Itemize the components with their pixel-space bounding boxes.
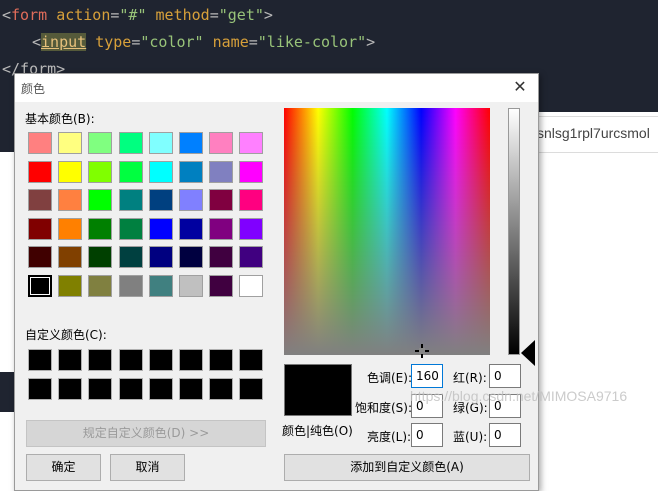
basic-color-swatch[interactable] (179, 275, 203, 297)
basic-color-swatch[interactable] (58, 275, 83, 297)
ok-button[interactable]: 确定 (26, 454, 101, 481)
basic-colors-label: 基本颜色(B): (25, 112, 95, 126)
basic-color-swatch[interactable] (118, 132, 143, 154)
basic-color-swatch[interactable] (148, 217, 173, 240)
custom-color-swatch[interactable] (28, 349, 52, 371)
code-line-input: <input type="color" name="like-color"> (32, 33, 376, 51)
basic-color-swatch[interactable] (28, 275, 52, 297)
cancel-button[interactable]: 取消 (110, 454, 185, 481)
close-icon[interactable]: ✕ (508, 76, 532, 98)
basic-color-swatch[interactable] (209, 275, 234, 297)
dialog-titlebar: 颜色 ✕ (15, 74, 538, 102)
basic-color-swatch[interactable] (209, 189, 234, 212)
custom-color-swatch[interactable] (88, 378, 113, 400)
custom-color-swatch[interactable] (179, 349, 203, 371)
luminance-slider[interactable] (508, 108, 520, 355)
basic-color-swatch[interactable] (179, 160, 203, 183)
basic-color-swatch[interactable] (239, 160, 264, 183)
basic-color-swatch[interactable] (239, 217, 264, 240)
background-url-text: snlsg1rpl7urcsmol (537, 125, 650, 141)
crosshair-icon[interactable] (415, 344, 429, 358)
luminance-arrow-icon[interactable] (521, 340, 535, 366)
basic-color-swatch[interactable] (58, 132, 83, 154)
basic-color-swatch[interactable] (58, 189, 83, 212)
custom-color-swatch[interactable] (118, 349, 143, 371)
basic-color-swatch[interactable] (179, 189, 203, 212)
red-field[interactable] (489, 364, 521, 388)
basic-color-swatch[interactable] (239, 189, 264, 212)
basic-color-swatch[interactable] (118, 217, 143, 240)
luminance-field[interactable] (411, 423, 443, 447)
basic-color-swatch[interactable] (28, 217, 52, 240)
custom-color-swatch[interactable] (28, 378, 52, 400)
basic-color-swatch[interactable] (179, 246, 203, 269)
custom-color-swatch[interactable] (239, 378, 264, 400)
basic-color-swatch[interactable] (209, 132, 234, 154)
custom-color-swatch[interactable] (239, 349, 264, 371)
basic-color-swatch[interactable] (239, 275, 264, 297)
basic-color-swatch[interactable] (28, 189, 52, 212)
basic-color-swatch[interactable] (148, 160, 173, 183)
basic-color-swatch[interactable] (118, 275, 143, 297)
luminance-label: 亮度(L): (367, 430, 412, 444)
custom-color-swatch[interactable] (58, 378, 83, 400)
custom-color-swatch[interactable] (148, 349, 173, 371)
basic-color-swatch[interactable] (148, 189, 173, 212)
hue-field[interactable] (411, 364, 443, 388)
red-label: 红(R): (453, 371, 487, 385)
basic-color-swatch[interactable] (118, 246, 143, 269)
basic-color-swatch[interactable] (118, 160, 143, 183)
basic-color-swatch[interactable] (58, 246, 83, 269)
basic-color-swatch[interactable] (88, 132, 113, 154)
basic-color-swatch[interactable] (239, 246, 264, 269)
custom-color-swatch[interactable] (88, 349, 113, 371)
basic-color-swatch[interactable] (88, 189, 113, 212)
custom-colors-label: 自定义颜色(C): (25, 328, 107, 342)
dialog-title: 颜色 (21, 82, 46, 96)
hue-label: 色调(E): (367, 371, 412, 385)
basic-color-swatch[interactable] (58, 160, 83, 183)
basic-color-swatch[interactable] (179, 132, 203, 154)
saturation-label: 饱和度(S): (355, 401, 413, 415)
basic-color-swatch[interactable] (28, 246, 52, 269)
blue-field[interactable] (489, 423, 521, 447)
basic-color-swatch[interactable] (148, 132, 173, 154)
background-browser (537, 112, 658, 491)
add-to-custom-colors-button[interactable]: 添加到自定义颜色(A) (284, 454, 530, 481)
watermark: https://blog.csdn.net/MIMOSA9716 (410, 388, 628, 404)
basic-color-swatch[interactable] (179, 217, 203, 240)
color-dialog: 颜色 ✕ 基本颜色(B): 自定义颜色(C): 规定自定义颜色(D) >> 确定… (14, 73, 539, 491)
custom-color-swatch[interactable] (148, 378, 173, 400)
basic-color-swatch[interactable] (88, 160, 113, 183)
basic-color-swatch[interactable] (88, 275, 113, 297)
code-line-form-open: <form action="#" method="get"> (2, 6, 273, 24)
custom-color-swatch[interactable] (118, 378, 143, 400)
basic-color-swatch[interactable] (28, 160, 52, 183)
define-custom-colors-button[interactable]: 规定自定义颜色(D) >> (26, 420, 266, 447)
blue-label: 蓝(U): (453, 430, 488, 444)
color-preview (284, 364, 352, 416)
custom-color-swatch[interactable] (209, 349, 234, 371)
basic-color-swatch[interactable] (209, 217, 234, 240)
custom-color-swatch[interactable] (179, 378, 203, 400)
basic-color-swatch[interactable] (209, 246, 234, 269)
basic-color-swatch[interactable] (28, 132, 52, 154)
custom-color-swatch[interactable] (58, 349, 83, 371)
basic-color-swatch[interactable] (148, 275, 173, 297)
basic-color-swatch[interactable] (239, 132, 264, 154)
basic-color-swatch[interactable] (148, 246, 173, 269)
basic-color-swatch[interactable] (118, 189, 143, 212)
custom-color-swatch[interactable] (209, 378, 234, 400)
basic-color-swatch[interactable] (58, 217, 83, 240)
preview-label: 颜色|纯色(O) (282, 424, 353, 438)
basic-color-swatch[interactable] (88, 217, 113, 240)
hue-saturation-spectrum[interactable] (284, 108, 490, 355)
basic-color-swatch[interactable] (209, 160, 234, 183)
basic-color-swatch[interactable] (88, 246, 113, 269)
